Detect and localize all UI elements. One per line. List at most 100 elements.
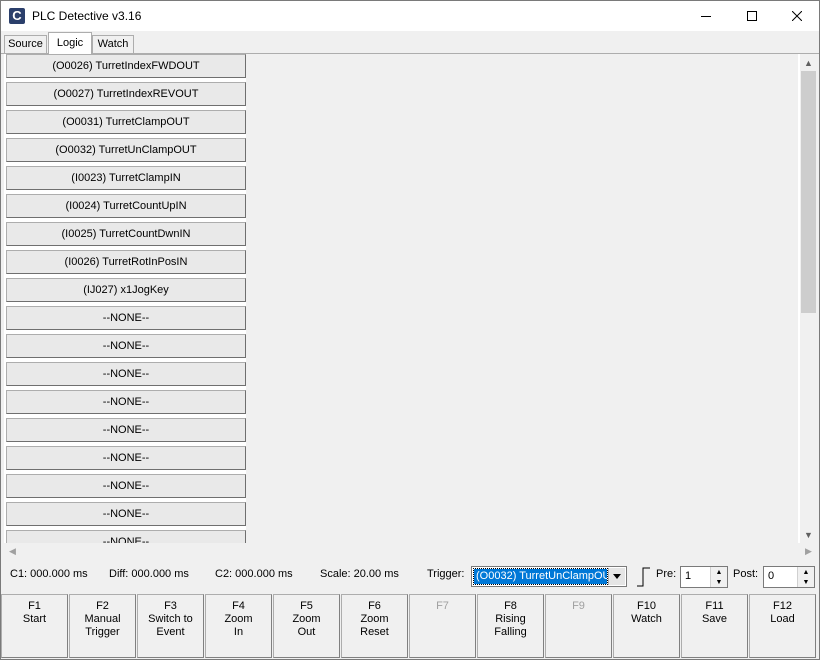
fkey-key: F1 [28, 600, 41, 612]
post-down-icon[interactable]: ▼ [798, 577, 814, 587]
fkey-f7-button[interactable]: F7 [409, 594, 476, 658]
fkey-line1: Start [22, 613, 47, 625]
window-title: PLC Detective v3.16 [32, 9, 142, 23]
post-up-icon[interactable]: ▲ [798, 567, 814, 577]
vertical-scroll-thumb[interactable] [801, 71, 816, 313]
pre-down-icon[interactable]: ▼ [711, 577, 727, 587]
fkey-line1: Switch to [148, 613, 193, 625]
fkey-line1: Zoom [292, 613, 321, 625]
trigger-select[interactable]: (O0032) TurretUnClampOUT [471, 566, 627, 587]
diff-readout: Diff: 000.000 ms [109, 568, 189, 580]
signal-button[interactable]: --NONE-- [6, 334, 246, 358]
signal-button[interactable]: --NONE-- [6, 390, 246, 414]
fkey-line2: In [233, 626, 244, 638]
fkey-f11-button[interactable]: F11 Save [681, 594, 748, 658]
fkey-line1: Zoom [224, 613, 253, 625]
function-key-bar: F1 Start F2 Manual Trigger F3 Switch to Event F4… [1, 593, 819, 659]
fkey-f2-button[interactable]: F2 Manual Trigger [69, 594, 136, 658]
fkey-key: F5 [300, 600, 313, 612]
title-bar: C PLC Detective v3.16 [1, 1, 819, 31]
fkey-f8-button[interactable]: F8 Rising Falling [477, 594, 544, 658]
close-icon [792, 11, 802, 21]
fkey-line2: Trigger [85, 626, 120, 638]
signal-button[interactable]: (O0026) TurretIndexFWDOUT [6, 54, 246, 78]
fkey-f6-button[interactable]: F6 Zoom Reset [341, 594, 408, 658]
signal-button[interactable]: --NONE-- [6, 474, 246, 498]
fkey-key: F10 [637, 600, 656, 612]
cursor1-readout: C1: 000.000 ms [10, 568, 88, 580]
fkey-line1: Watch [631, 613, 662, 625]
logic-panel: (O0026) TurretIndexFWDOUT (O0027) TurretI… [4, 54, 817, 543]
fkey-line1: Manual [84, 613, 121, 625]
signal-button[interactable]: --NONE-- [6, 306, 246, 330]
fkey-key: F12 [773, 600, 792, 612]
signal-button[interactable]: (I0025) TurretCountDwnIN [6, 222, 246, 246]
scroll-right-icon[interactable]: ▶ [800, 543, 817, 560]
signal-button[interactable]: --NONE-- [6, 418, 246, 442]
dropdown-arrow-icon[interactable] [608, 568, 625, 585]
signal-button[interactable]: (I0023) TurretClampIN [6, 166, 246, 190]
fkey-line1: Save [701, 613, 728, 625]
signal-button[interactable]: (I0026) TurretRotInPosIN [6, 250, 246, 274]
fkey-key: F2 [96, 600, 109, 612]
fkey-key: F9 [572, 600, 585, 612]
tab-watch[interactable]: Watch [92, 35, 134, 54]
post-stepper[interactable]: 0 ▲ ▼ [763, 566, 815, 588]
fkey-f12-button[interactable]: F12 Load [749, 594, 816, 658]
horizontal-scrollbar[interactable]: ◀ ▶ [4, 543, 817, 560]
waveform-area[interactable] [246, 54, 798, 543]
tab-source[interactable]: Source [4, 35, 47, 54]
close-button[interactable] [774, 1, 820, 31]
rising-edge-icon [635, 567, 651, 587]
app-window: C PLC Detective v3.16 Source Logic Watch… [0, 0, 820, 660]
trigger-label: Trigger: [427, 568, 465, 580]
signal-button[interactable]: (O0027) TurretIndexREVOUT [6, 82, 246, 106]
fkey-f4-button[interactable]: F4 Zoom In [205, 594, 272, 658]
maximize-button[interactable] [729, 1, 775, 31]
fkey-f3-button[interactable]: F3 Switch to Event [137, 594, 204, 658]
fkey-key: F8 [504, 600, 517, 612]
fkey-key: F6 [368, 600, 381, 612]
fkey-f1-button[interactable]: F1 Start [1, 594, 68, 658]
pre-stepper[interactable]: 1 ▲ ▼ [680, 566, 728, 588]
fkey-line2: Reset [360, 626, 389, 638]
signal-button[interactable]: --NONE-- [6, 362, 246, 386]
fkey-key: F3 [164, 600, 177, 612]
fkey-line2: Falling [494, 626, 527, 638]
fkey-line2: Event [156, 626, 185, 638]
signal-button[interactable]: --NONE-- [6, 446, 246, 470]
app-logo-icon: C [9, 8, 25, 24]
fkey-key: F11 [705, 600, 724, 612]
fkey-f10-button[interactable]: F10 Watch [613, 594, 680, 658]
vertical-scrollbar[interactable]: ▲ ▼ [800, 54, 817, 543]
pre-label: Pre: [656, 568, 677, 580]
minimize-button[interactable] [683, 1, 729, 31]
signal-button[interactable]: (O0032) TurretUnClampOUT [6, 138, 246, 162]
fkey-line2: Out [297, 626, 316, 638]
cursor2-readout: C2: 000.000 ms [215, 568, 293, 580]
signal-button[interactable]: --NONE-- [6, 530, 246, 543]
trigger-selected-value: (O0032) TurretUnClampOUT [473, 568, 608, 585]
post-value: 0 [768, 570, 775, 582]
scroll-down-icon[interactable]: ▼ [800, 526, 817, 543]
signal-button[interactable]: (O0031) TurretClampOUT [6, 110, 246, 134]
scroll-left-icon[interactable]: ◀ [4, 543, 21, 560]
post-label: Post: [733, 568, 759, 580]
fkey-key: F7 [436, 600, 449, 612]
minimize-icon [701, 16, 711, 17]
fkey-f5-button[interactable]: F5 Zoom Out [273, 594, 340, 658]
scroll-up-icon[interactable]: ▲ [800, 54, 817, 71]
fkey-f9-button[interactable]: F9 [545, 594, 612, 658]
fkey-key: F4 [232, 600, 245, 612]
pre-up-icon[interactable]: ▲ [711, 567, 727, 577]
signal-button[interactable]: --NONE-- [6, 502, 246, 526]
signal-button[interactable]: (IJ027) x1JogKey [6, 278, 246, 302]
fkey-line1: Load [770, 613, 795, 625]
tab-logic[interactable]: Logic [48, 32, 92, 54]
maximize-icon [747, 11, 757, 21]
fkey-line1: Rising [495, 613, 526, 625]
status-row: C1: 000.000 ms Diff: 000.000 ms C2: 000.… [1, 561, 819, 593]
signal-button[interactable]: (I0024) TurretCountUpIN [6, 194, 246, 218]
pre-value: 1 [685, 570, 692, 582]
scale-readout: Scale: 20.00 ms [320, 568, 399, 580]
